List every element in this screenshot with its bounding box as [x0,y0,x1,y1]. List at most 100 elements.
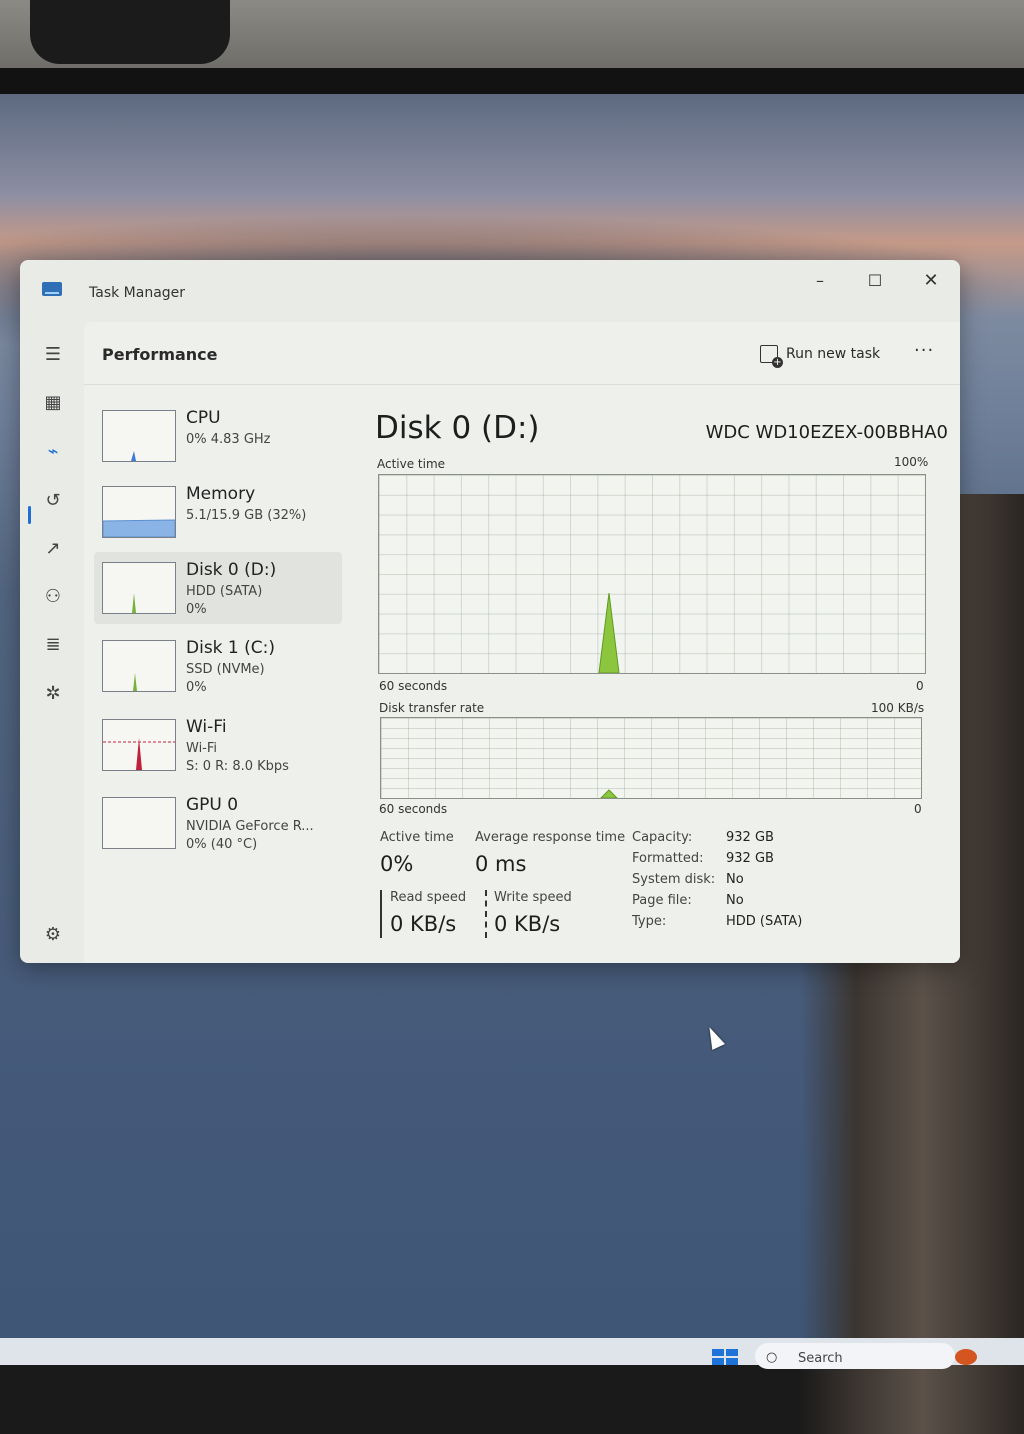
active-time-graph [378,474,926,674]
transfer-rate-blip [599,789,619,799]
device-disk-1[interactable]: Disk 1 (C:) SSD (NVMe) 0% [94,630,342,702]
memory-mini-chart [103,519,175,537]
transfer-rate-graph-timespan: 60 seconds [379,802,448,816]
minimize-button[interactable]: – [795,266,845,296]
stat-write-speed-value: 0 KB/s [494,912,561,936]
taskbar-app-icon[interactable] [955,1349,977,1365]
run-new-task-label: Run new task [786,346,881,362]
device-usage: 0% (40 °C) [186,837,258,852]
disk0-thumbnail-graph [102,562,176,614]
search-icon: ○ [766,1350,778,1365]
details-icon[interactable]: ≣ [36,630,70,660]
device-usage: S: 0 R: 8.0 Kbps [186,759,289,774]
windows-logo-tile [712,1358,724,1365]
taskbar-search-placeholder: Search [798,1351,843,1366]
stat-avg-response-label: Average response time [475,830,626,845]
disk0-mini-chart [132,593,136,613]
stat-read-speed-value: 0 KB/s [390,912,457,936]
gpu-thumbnail-graph [102,797,176,849]
nav-active-indicator [28,506,31,524]
device-detail: 5.1/15.9 GB (32%) [186,508,307,523]
performance-page: Performance Run new task ··· CPU 0% 4.83… [84,322,960,963]
cpu-thumbnail-graph [102,410,176,462]
disk-title: Disk 0 (D:) [375,410,540,446]
wifi-mini-chart [103,738,175,770]
prop-formatted-label: Formatted: [632,851,704,866]
stat-write-speed-label: Write speed [494,890,572,905]
device-name: Memory [186,484,256,504]
device-name: Disk 0 (D:) [186,560,277,580]
active-time-graph-max: 100% [894,455,929,469]
device-detail: Wi-Fi [186,741,218,756]
window-title: Task Manager [89,285,186,301]
prop-page-file-value: No [726,893,744,908]
webcam [30,0,230,64]
device-cpu[interactable]: CPU 0% 4.83 GHz [94,400,342,472]
performance-icon[interactable]: ⌁ [36,437,70,467]
users-icon[interactable]: ⚇ [36,582,70,612]
active-time-spike [598,592,620,674]
run-new-task-button[interactable]: Run new task [760,340,880,368]
memory-thumbnail-graph [102,486,176,538]
disk-model: WDC WD10EZEX-00BBHA0 [705,422,948,443]
device-name: CPU [186,408,221,428]
device-detail: HDD (SATA) [186,584,263,599]
windows-logo-tile [712,1349,724,1356]
page-title: Performance [102,345,218,364]
windows-logo-tile [726,1358,738,1365]
maximize-button[interactable]: ☐ [850,266,900,296]
services-icon[interactable]: ✲ [36,679,70,709]
monitor-edge [0,68,1024,94]
prop-system-disk-value: No [726,872,744,887]
page-header: Performance Run new task ··· [84,322,960,385]
transfer-rate-graph-label: Disk transfer rate [379,701,485,715]
stat-avg-response-value: 0 ms [475,852,527,876]
transfer-rate-graph [380,717,922,799]
device-usage: 0% [186,680,207,695]
settings-icon[interactable]: ⚙ [36,920,70,950]
prop-type-value: HDD (SATA) [726,914,803,929]
device-gpu-0[interactable]: GPU 0 NVIDIA GeForce R... 0% (40 °C) [94,787,342,859]
prop-capacity-value: 932 GB [726,830,774,845]
device-memory[interactable]: Memory 5.1/15.9 GB (32%) [94,476,342,548]
run-new-task-icon [760,345,783,368]
device-disk-0[interactable]: Disk 0 (D:) HDD (SATA) 0% [94,552,342,624]
disk1-thumbnail-graph [102,640,176,692]
prop-page-file-label: Page file: [632,893,692,908]
app-history-icon[interactable]: ↺ [36,486,70,516]
device-name: GPU 0 [186,795,239,815]
stat-read-speed-label: Read speed [390,890,467,905]
prop-type-label: Type: [632,914,667,929]
more-options-button[interactable]: ··· [914,340,934,361]
transfer-rate-graph-max: 100 KB/s [871,701,925,715]
device-detail: 0% 4.83 GHz [186,432,271,447]
close-button[interactable]: ✕ [906,266,956,296]
stat-active-time-label: Active time [380,830,454,845]
transfer-rate-graph-min: 0 [914,802,922,816]
left-nav: ☰ ▦ ⌁ ↺ ↗ ⚇ ≣ ✲ ⚙ [20,322,84,963]
active-time-graph-timespan: 60 seconds [379,679,448,693]
hamburger-menu-icon[interactable]: ☰ [36,340,70,370]
device-name: Disk 1 (C:) [186,638,276,658]
stat-active-time-value: 0% [380,852,414,876]
disk1-mini-chart [133,673,137,691]
startup-apps-icon[interactable]: ↗ [36,534,70,564]
task-manager-window: Task Manager – ☐ ✕ ☰ ▦ ⌁ ↺ ↗ ⚇ ≣ ✲ ⚙ Per… [20,260,960,963]
device-detail: SSD (NVMe) [186,662,265,677]
write-speed-indicator [485,890,487,938]
prop-system-disk-label: System disk: [632,872,716,887]
task-manager-app-icon [42,282,62,296]
start-button[interactable] [712,1349,738,1365]
device-name: Wi-Fi [186,717,227,737]
prop-capacity-label: Capacity: [632,830,693,845]
wifi-thumbnail-graph [102,719,176,771]
taskbar-search-box[interactable] [755,1343,955,1369]
device-usage: 0% [186,602,207,617]
processes-icon[interactable]: ▦ [36,388,70,418]
device-detail: NVIDIA GeForce R... [186,819,314,834]
prop-formatted-value: 932 GB [726,851,774,866]
title-bar[interactable]: Task Manager – ☐ ✕ [20,260,960,322]
read-speed-indicator [380,890,382,938]
active-time-graph-min: 0 [916,679,924,693]
device-wifi[interactable]: Wi-Fi Wi-Fi S: 0 R: 8.0 Kbps [94,709,342,781]
